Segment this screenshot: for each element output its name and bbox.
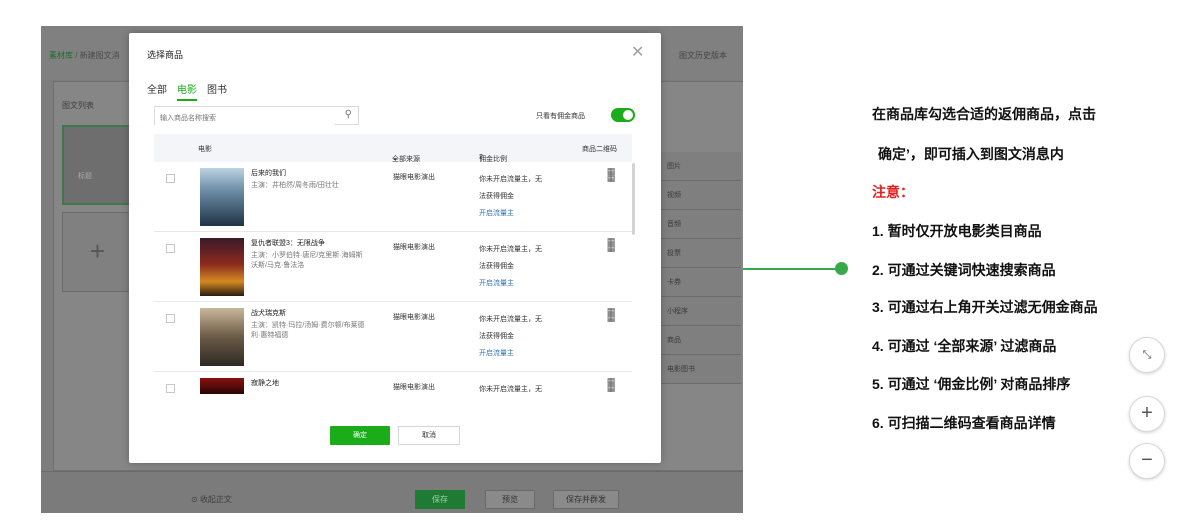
movie-source: 猫眼电影演出 (393, 174, 435, 181)
qrcode-icon[interactable]: ▦ ▦ (604, 237, 618, 253)
table-row: 战犬瑞克斯 主演：凯特·玛拉/汤姆·费尔顿/布莱德利·惠特福德 猫眼电影演出 你… (154, 302, 632, 372)
movie-poster (200, 168, 244, 226)
enable-traffic-link[interactable]: 开启流量主 (479, 205, 559, 222)
movie-source: 猫眼电影演出 (393, 314, 435, 321)
movie-source: 猫眼电影演出 (393, 384, 435, 391)
movie-poster (200, 378, 244, 394)
insert-item-vote[interactable]: 投票 (661, 239, 741, 268)
collapse-body-link[interactable]: ⊙ 收起正文 (191, 494, 232, 505)
movie-name: 复仇者联盟3：无限战争 (251, 240, 325, 247)
note-item-4: 4. 可通过 ‘全部来源’ 过滤商品 (872, 338, 1057, 354)
row-checkbox[interactable] (166, 314, 175, 323)
movie-name: 寂静之地 (251, 380, 279, 387)
note-item-6: 6. 可扫描二维码查看商品详情 (872, 415, 1056, 431)
qrcode-icon[interactable]: ▦ ▦ (604, 307, 618, 323)
table-row: 寂静之地 猫眼电影演出 你未开启流量主，无 ▦ ▦ (154, 372, 632, 394)
search-icon[interactable]: ⚲ (345, 109, 352, 120)
qrcode-icon[interactable]: ▦ ▦ (604, 377, 618, 393)
insert-item-audio[interactable]: 音频 (661, 210, 741, 239)
note-line-2: 确定’，即可插入到图文消息内 (878, 146, 1064, 162)
add-article-button[interactable]: + (62, 212, 133, 292)
insert-item-image[interactable]: 图片 (661, 152, 741, 181)
confirm-button[interactable]: 确定 (330, 426, 390, 445)
movie-cast: 主演：凯特·玛拉/汤姆·费尔顿/布莱德利·惠特福德 (251, 322, 365, 339)
insert-item-movie-book[interactable]: 电影图书 (661, 355, 741, 384)
fit-screen-button[interactable]: ⤡ (1129, 337, 1165, 373)
note-item-5: 5. 可通过 ‘佣金比例’ 对商品排序 (872, 376, 1071, 392)
cancel-button[interactable]: 取消 (398, 426, 460, 445)
breadcrumb-current: 新建图文消 (79, 51, 120, 60)
insert-item-product[interactable]: 商品 (661, 326, 741, 355)
insert-item-coupon[interactable]: 卡券 (661, 268, 741, 297)
close-icon[interactable]: ✕ (631, 42, 644, 62)
enable-traffic-link[interactable]: 开启流量主 (479, 275, 559, 292)
insert-item-video[interactable]: 视频 (661, 181, 741, 210)
dialog-title: 选择商品 (147, 50, 184, 60)
row-checkbox[interactable] (166, 384, 175, 393)
table-header: 电影 全部来源 ⌄ 佣金比例 ↓ ? 商品二维码 (154, 134, 632, 163)
enable-traffic-link[interactable]: 开启流量主 (479, 345, 559, 362)
insert-item-miniprogram[interactable]: 小程序 (661, 297, 741, 326)
movie-poster (200, 308, 244, 366)
editor-bottom-bar: ⊙ 收起正文 保存 预览 保存并群发 (41, 471, 743, 513)
article-list-title: 图文列表 (62, 101, 94, 110)
qrcode-icon[interactable]: ▦ ▦ (604, 167, 618, 183)
row-checkbox[interactable] (166, 174, 175, 183)
movie-poster (200, 238, 244, 296)
movie-commission: 你未开启流量主，无 (479, 386, 542, 393)
movie-commission: 你未开启流量主，无 法获得佣金 开启流量主 (479, 241, 559, 292)
tab-book[interactable]: 图书 (207, 81, 227, 101)
note-line-1: 在商品库勾选合适的返佣商品，点击 (872, 106, 1096, 122)
preview-button[interactable]: 预览 (485, 490, 535, 509)
article-thumb-label: 标题 (78, 173, 92, 180)
movie-cast: 主演：井柏然/周冬雨/田壮壮 (251, 182, 339, 189)
insert-menu: 图片 视频 音频 投票 卡券 小程序 商品 电影图书 (660, 152, 741, 384)
movie-name: 战犬瑞克斯 (251, 310, 286, 317)
col-movie: 电影 (198, 146, 212, 153)
callout-dot (835, 262, 848, 275)
search-input[interactable] (155, 110, 335, 127)
note-item-1: 1. 暂时仅开放电影类目商品 (872, 223, 1042, 239)
help-icon: ? (479, 154, 483, 161)
table-row: 后来的我们 主演：井柏然/周冬雨/田壮壮 猫眼电影演出 你未开启流量主，无 法获… (154, 162, 632, 232)
chevron-down-icon: ⌄ (392, 155, 398, 162)
shrink-icon: ⤡ (1142, 349, 1152, 361)
note-warning: 注意： (872, 184, 914, 200)
search-box: ⚲ (154, 106, 359, 127)
movie-commission: 你未开启流量主，无 法获得佣金 开启流量主 (479, 311, 559, 362)
history-link[interactable]: 图文历史版本 (679, 50, 727, 61)
list-scrollbar[interactable] (632, 163, 635, 235)
product-list: 后来的我们 主演：井柏然/周冬雨/田壮壮 猫眼电影演出 你未开启流量主，无 法获… (154, 162, 632, 394)
col-qrcode: 商品二维码 (582, 146, 617, 153)
minus-icon: − (1141, 449, 1153, 471)
note-item-3: 3. 可通过右上角开关过滤无佣金商品 (872, 299, 1098, 315)
save-button[interactable]: 保存 (415, 490, 465, 509)
tab-movie[interactable]: 电影 (177, 81, 197, 101)
movie-cast: 主演：小罗伯特·唐尼/克里斯·海姆斯沃斯/马克·鲁法洛 (251, 252, 363, 269)
tab-all[interactable]: 全部 (147, 81, 167, 101)
movie-name: 后来的我们 (251, 170, 286, 177)
movie-source: 猫眼电影演出 (393, 244, 435, 251)
only-commission-toggle[interactable] (611, 108, 635, 122)
callout-line (743, 268, 841, 270)
zoom-in-button[interactable]: + (1129, 396, 1165, 432)
breadcrumb-root[interactable]: 素材库 (49, 51, 73, 60)
note-item-2: 2. 可通过关键词快速搜索商品 (872, 262, 1056, 278)
movie-commission: 你未开启流量主，无 法获得佣金 开启流量主 (479, 171, 559, 222)
breadcrumb: 素材库 / 新建图文消 (49, 51, 120, 60)
select-product-dialog: 选择商品 ✕ 全部 电影 图书 ⚲ 只看有佣金商品 电影 全部来源 ⌄ 佣金比例… (129, 33, 661, 463)
table-row: 复仇者联盟3：无限战争 主演：小罗伯特·唐尼/克里斯·海姆斯沃斯/马克·鲁法洛 … (154, 232, 632, 302)
only-commission-label: 只看有佣金商品 (536, 113, 585, 120)
category-tabs: 全部 电影 图书 (147, 81, 227, 101)
save-and-send-button[interactable]: 保存并群发 (553, 490, 619, 509)
plus-icon: + (1141, 402, 1153, 424)
article-thumb[interactable]: 标题 (62, 125, 133, 205)
row-checkbox[interactable] (166, 244, 175, 253)
zoom-out-button[interactable]: − (1129, 443, 1165, 479)
